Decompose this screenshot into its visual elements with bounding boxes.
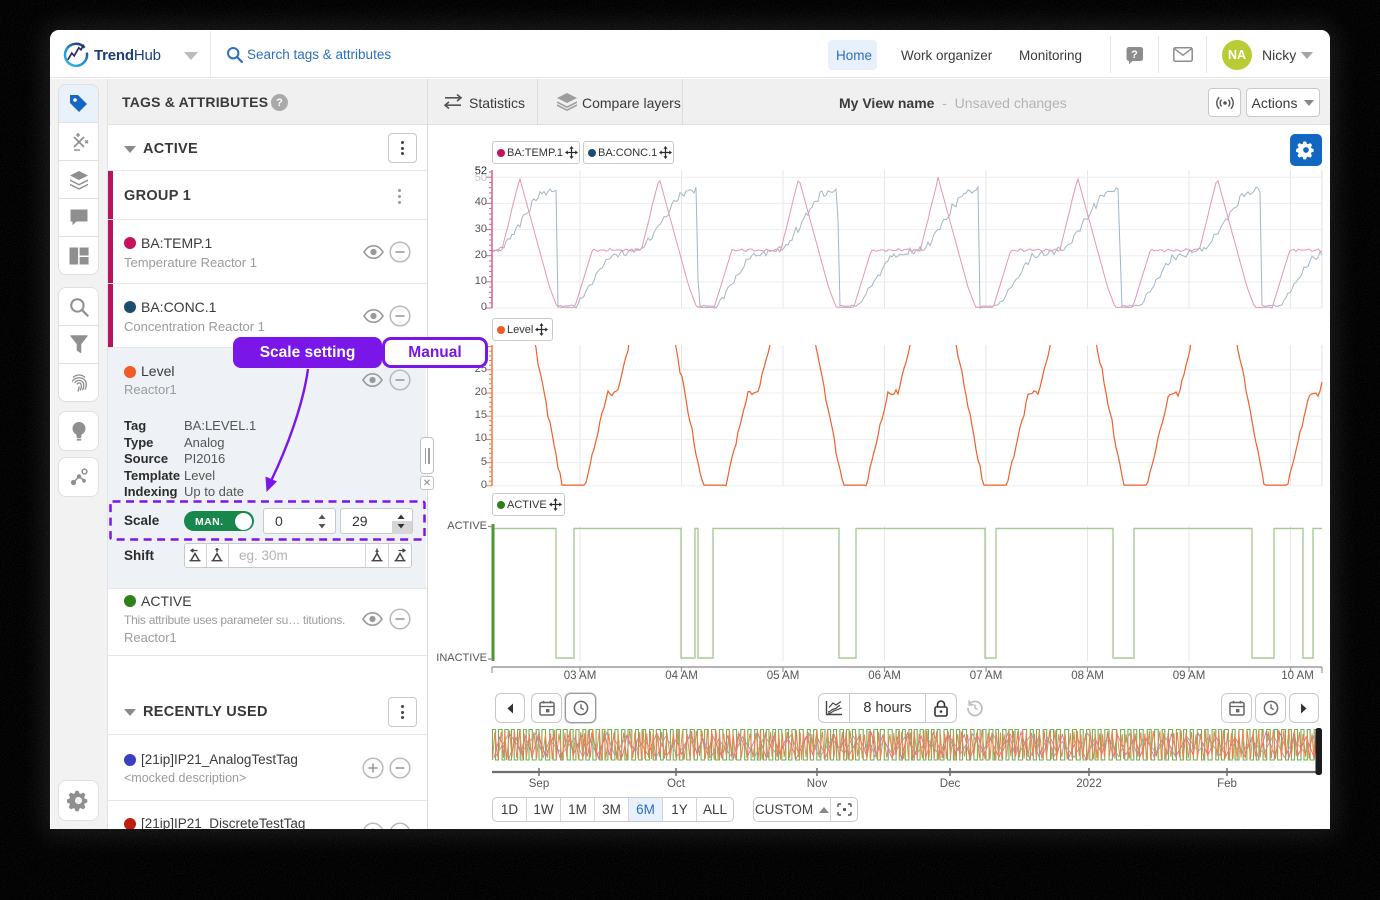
svg-text:?: ? [1131, 49, 1138, 61]
